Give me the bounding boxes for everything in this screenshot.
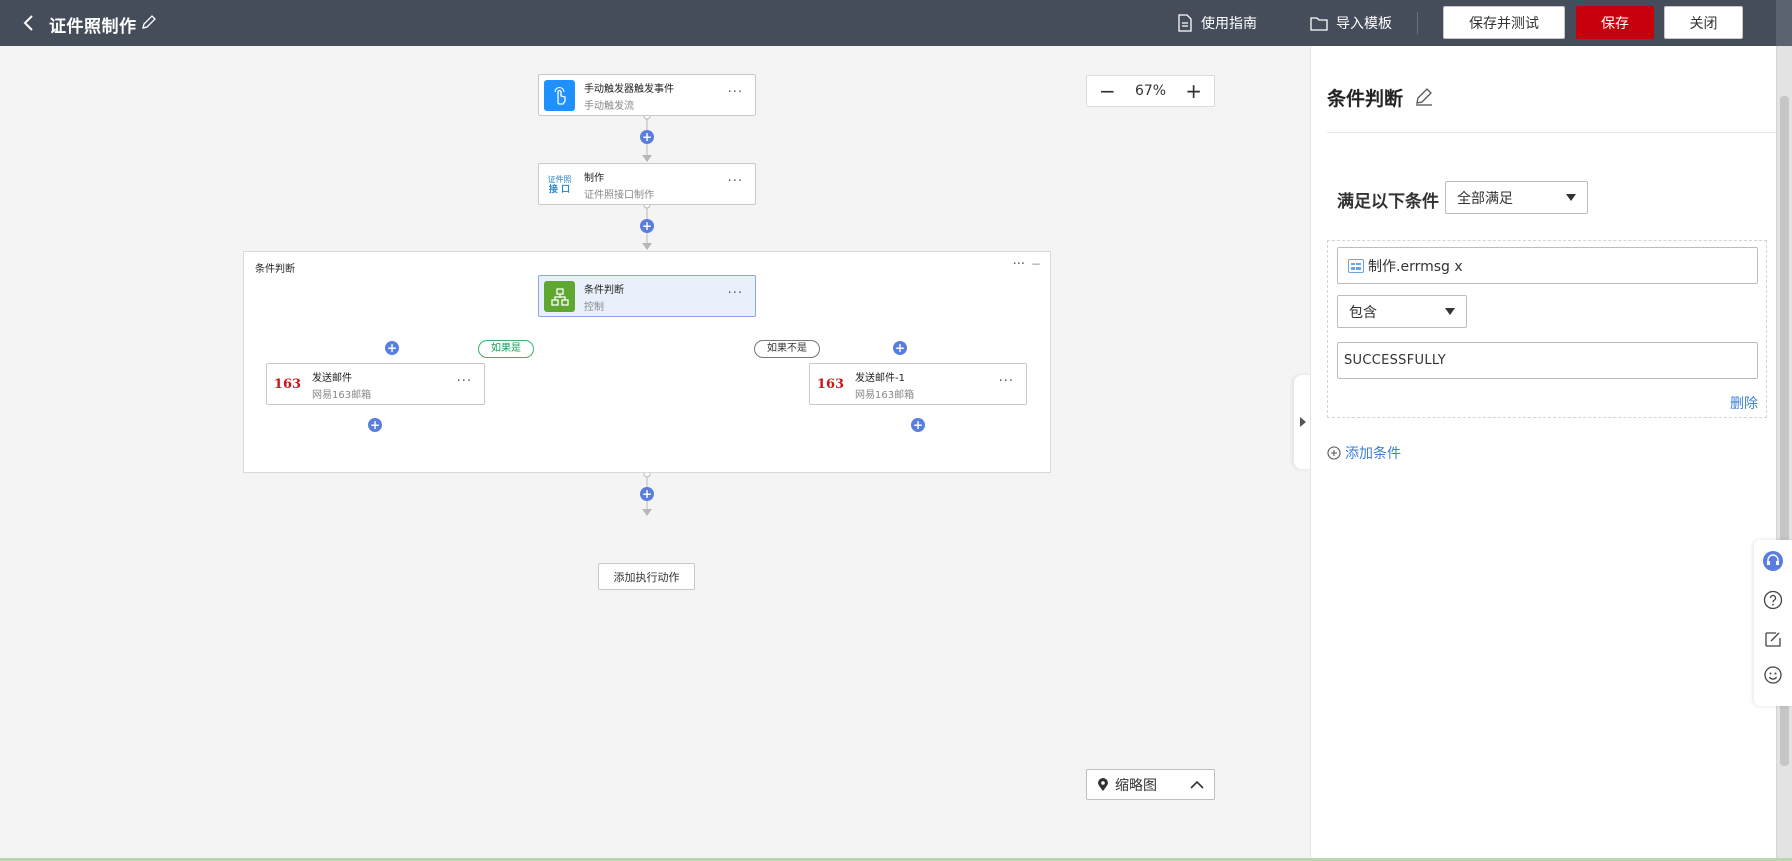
group-more-icon[interactable]: ···: [1013, 257, 1025, 272]
node-more-icon[interactable]: ···: [728, 85, 743, 100]
add-action-button[interactable]: 添加执行动作: [598, 563, 695, 590]
node-subtitle: 网易163邮箱: [855, 390, 915, 401]
window-scroll-top: [1776, 0, 1792, 46]
add-step-button[interactable]: +: [640, 130, 654, 144]
save-button[interactable]: 保存: [1576, 6, 1654, 39]
edit-icon[interactable]: [1414, 86, 1434, 106]
location-pin-icon: [1098, 777, 1108, 791]
help-icon[interactable]: [1763, 590, 1783, 610]
add-step-button[interactable]: +: [640, 487, 654, 501]
add-step-button[interactable]: +: [640, 219, 654, 233]
dropdown-caret-icon: [1566, 194, 1576, 201]
toolbar-divider: [1417, 12, 1418, 34]
add-step-button[interactable]: +: [911, 418, 925, 432]
node-title: 条件判断: [584, 285, 624, 296]
back-arrow-icon[interactable]: [18, 12, 40, 34]
compare-value-input[interactable]: SUCCESSFULLY: [1337, 342, 1758, 379]
match-mode-select[interactable]: 全部满足: [1445, 181, 1588, 214]
headset-support-icon[interactable]: [1763, 551, 1783, 571]
flow-branch-icon: [544, 281, 575, 312]
minimap-label: 缩略图: [1115, 777, 1157, 794]
condition-card: 制作.errmsg x 包含 SUCCESSFULLY 删除: [1327, 240, 1767, 418]
chevron-up-icon: [1190, 780, 1204, 789]
branch-yes-label[interactable]: 如果是: [478, 340, 534, 358]
document-icon: [1178, 14, 1192, 32]
flow-canvas[interactable]: − 67% + 手动触发器触发事件 手动触发流 ··· + 证件照 接 口 制作…: [0, 46, 1290, 861]
edit-title-icon[interactable]: [140, 13, 158, 31]
zoom-level: 67%: [1134, 83, 1167, 99]
minimap-toggle[interactable]: 缩略图: [1086, 769, 1215, 800]
node-subtitle: 证件照接口制作: [584, 190, 654, 201]
zoom-in-button[interactable]: +: [1185, 81, 1202, 101]
smiley-icon[interactable]: [1763, 665, 1783, 685]
vertical-scrollbar[interactable]: [1776, 46, 1792, 861]
trigger-node[interactable]: 手动触发器触发事件 手动触发流 ···: [538, 74, 756, 116]
idphoto-api-icon: 证件照 接 口: [544, 169, 575, 200]
node-more-icon[interactable]: ···: [728, 286, 743, 301]
condition-field-value: 制作.errmsg x: [1368, 258, 1463, 275]
node-title: 发送邮件: [312, 373, 352, 384]
icon-text-line1: 证件照: [547, 174, 572, 184]
icon-text-line2: 接 口: [548, 184, 571, 195]
node-more-icon[interactable]: ···: [999, 374, 1014, 389]
netease-163-icon: 163: [816, 377, 845, 392]
plus-circle-icon: [1327, 446, 1341, 460]
panel-title: 条件判断: [1327, 88, 1404, 110]
node-title: 发送邮件-1: [855, 373, 905, 384]
node-title: 制作: [584, 173, 604, 184]
caret-right-icon: [1300, 417, 1306, 427]
zoom-control: − 67% +: [1086, 75, 1215, 107]
close-button[interactable]: 关闭: [1664, 6, 1743, 39]
branch-no-label[interactable]: 如果不是: [754, 340, 820, 358]
floating-toolbar: [1754, 540, 1792, 706]
node-subtitle: 控制: [584, 302, 604, 313]
send-mail-node[interactable]: 163 发送邮件 网易163邮箱 ···: [266, 363, 485, 405]
add-step-button[interactable]: +: [893, 341, 907, 355]
divider: [1327, 132, 1777, 133]
guide-link[interactable]: 使用指南: [1177, 13, 1257, 33]
make-node[interactable]: 证件照 接 口 制作 证件照接口制作 ···: [538, 163, 756, 205]
condition-field-input[interactable]: 制作.errmsg x: [1337, 247, 1758, 284]
match-conditions-label: 满足以下条件: [1337, 192, 1439, 212]
zoom-out-button[interactable]: −: [1099, 81, 1116, 101]
add-step-button[interactable]: +: [385, 341, 399, 355]
delete-condition-link[interactable]: 删除: [1730, 393, 1758, 413]
condition-node[interactable]: 条件判断 控制 ···: [538, 275, 756, 317]
node-more-icon[interactable]: ···: [728, 174, 743, 189]
match-mode-value: 全部满足: [1457, 190, 1513, 207]
node-more-icon[interactable]: ···: [457, 374, 472, 389]
group-label: 条件判断: [255, 264, 295, 275]
netease-163-icon: 163: [273, 377, 302, 392]
node-subtitle: 手动触发流: [584, 101, 634, 112]
add-condition-label: 添加条件: [1345, 446, 1401, 462]
folder-icon: [1310, 17, 1328, 31]
properties-panel: 条件判断 满足以下条件 全部满足 制作.errmsg x 包含 SUCCESSF: [1310, 46, 1777, 861]
node-subtitle: 网易163邮箱: [312, 390, 372, 401]
hand-pointer-icon: [544, 80, 575, 111]
top-bar: 证件照制作 使用指南 导入模板 保存并测试 保存 关闭: [0, 0, 1792, 46]
save-and-test-button[interactable]: 保存并测试: [1443, 6, 1565, 39]
node-title: 手动触发器触发事件: [584, 84, 674, 95]
import-label: 导入模板: [1336, 16, 1392, 32]
add-step-button[interactable]: +: [368, 418, 382, 432]
dropdown-caret-icon: [1445, 308, 1455, 315]
collapse-icon[interactable]: −: [1031, 257, 1041, 271]
add-condition-link[interactable]: 添加条件: [1327, 443, 1401, 463]
operator-select[interactable]: 包含: [1337, 295, 1467, 328]
feedback-edit-icon[interactable]: [1763, 629, 1783, 649]
send-mail-1-node[interactable]: 163 发送邮件-1 网易163邮箱 ···: [809, 363, 1027, 405]
api-field-icon: [1348, 258, 1364, 273]
page-title: 证件照制作: [49, 17, 137, 37]
import-template-link[interactable]: 导入模板: [1310, 13, 1392, 33]
operator-value: 包含: [1349, 304, 1377, 321]
guide-label: 使用指南: [1201, 16, 1257, 32]
